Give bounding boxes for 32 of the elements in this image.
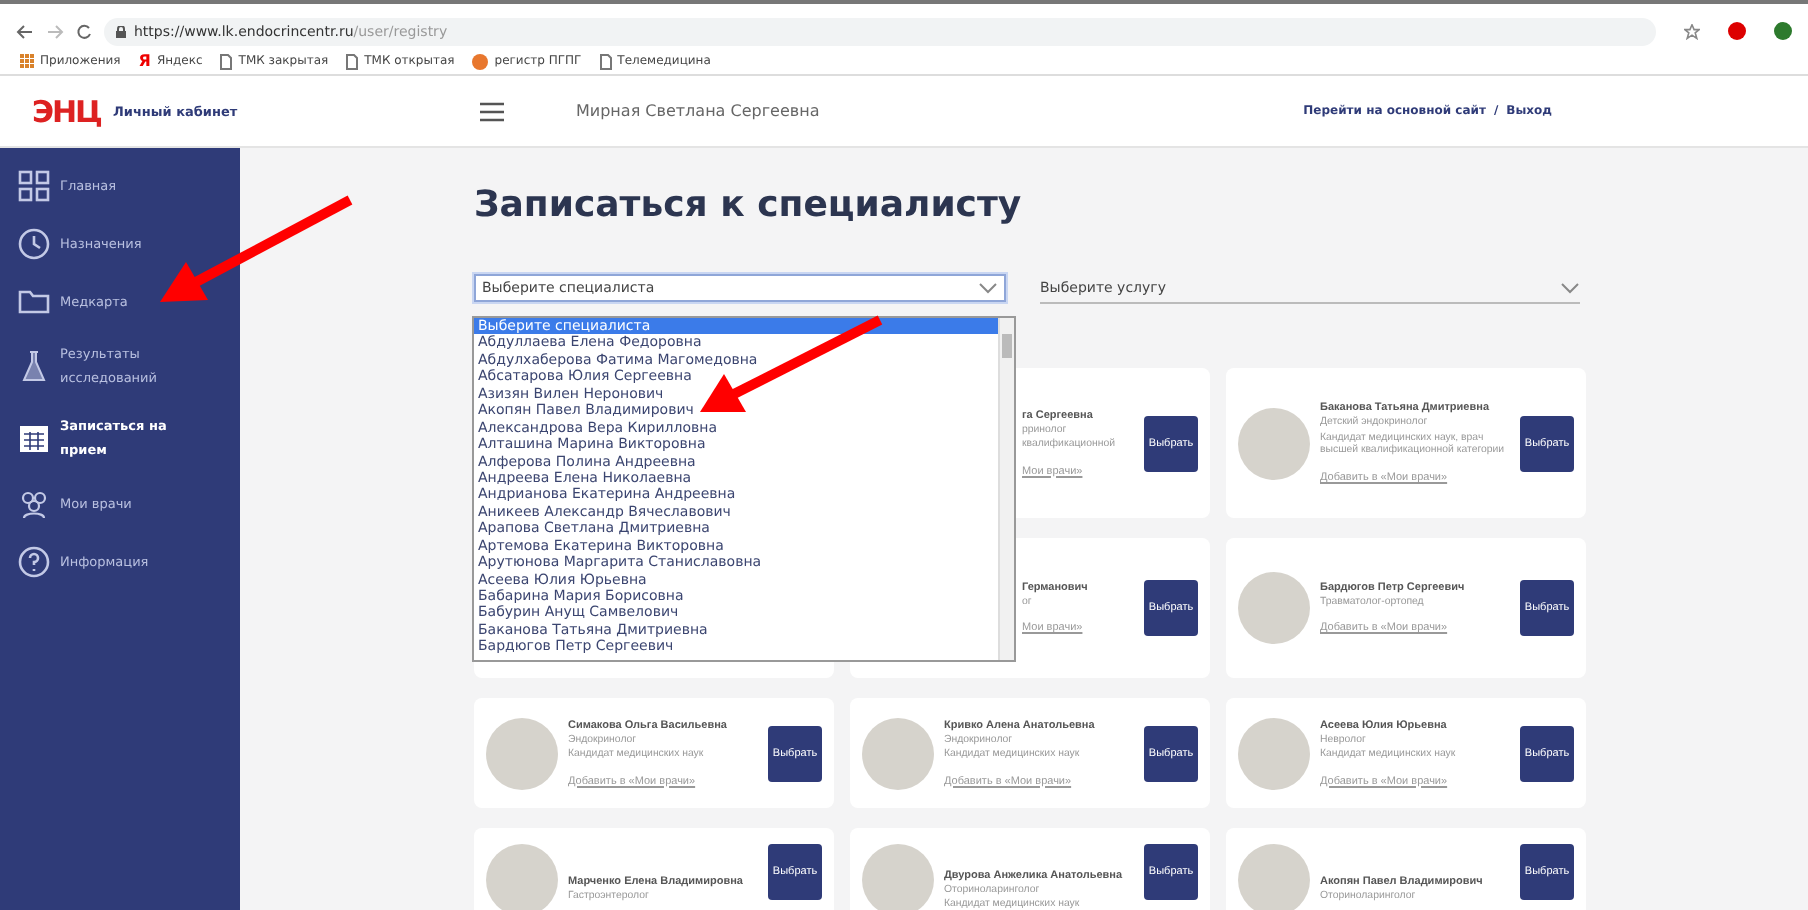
page-icon <box>220 53 233 69</box>
star-icon[interactable] <box>1684 23 1700 39</box>
flask-icon <box>18 350 50 382</box>
logo: ЭНЦ <box>32 93 101 129</box>
apps-grid-icon <box>20 54 34 68</box>
extension-icon[interactable] <box>1728 22 1746 40</box>
reload-icon[interactable] <box>76 23 92 39</box>
grid-icon <box>18 169 50 201</box>
calendar-icon <box>18 422 50 454</box>
photo-placeholder <box>1238 407 1310 479</box>
menu-icon[interactable] <box>480 101 504 121</box>
profile-icon[interactable] <box>1774 22 1792 40</box>
photo-placeholder <box>1238 572 1310 644</box>
page-icon <box>346 53 359 69</box>
scrollbar[interactable] <box>998 318 1014 660</box>
photo-placeholder <box>862 717 934 789</box>
user-name: Мирная Светлана Сергеевна <box>576 102 822 120</box>
page-icon <box>599 53 612 69</box>
photo-placeholder <box>486 717 558 789</box>
question-icon <box>18 545 50 577</box>
photo-placeholder <box>1238 844 1310 910</box>
people-icon <box>18 487 50 519</box>
photo-placeholder <box>486 844 558 910</box>
site-favicon-icon <box>472 53 489 69</box>
chevron-icon <box>1560 282 1580 294</box>
chevron-icon <box>978 282 998 294</box>
photo-placeholder <box>1238 717 1310 789</box>
page-title: Записаться к специалисту <box>474 184 1024 228</box>
clock-icon <box>18 227 50 259</box>
folder-icon <box>18 285 50 317</box>
back-icon[interactable] <box>16 23 34 39</box>
photo-placeholder <box>862 844 934 910</box>
